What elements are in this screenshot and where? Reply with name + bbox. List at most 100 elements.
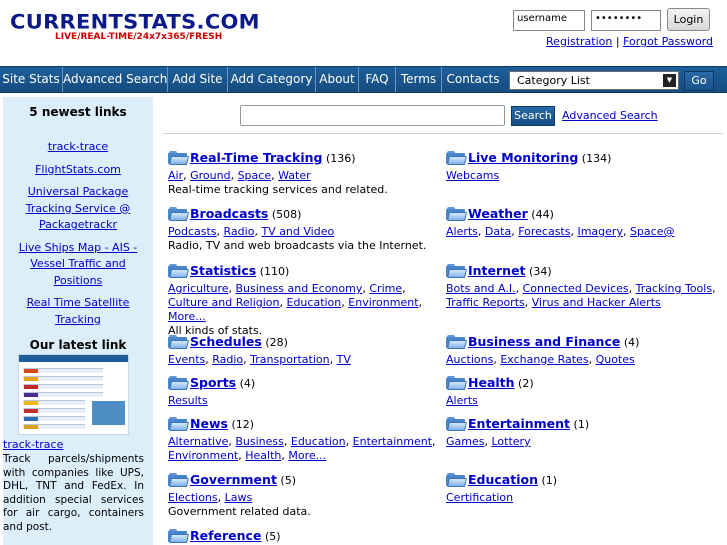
subcategory-link[interactable]: Tracking Tools bbox=[636, 282, 712, 295]
subcategory-link[interactable]: Health bbox=[245, 449, 281, 462]
subcategory-link[interactable]: Auctions bbox=[446, 353, 493, 366]
subcategory-list: Elections, Laws bbox=[168, 491, 253, 504]
subcategory-list: Webcams bbox=[446, 169, 716, 183]
subcategory-link[interactable]: Bots and A.I. bbox=[446, 282, 516, 295]
subcategory-link[interactable]: Data bbox=[485, 225, 511, 238]
category-count: (4) bbox=[623, 336, 640, 349]
subcategory-link[interactable]: Games bbox=[446, 435, 484, 448]
category-select[interactable]: Category List ▼ bbox=[509, 71, 679, 90]
nav-advanced-search[interactable]: Advanced Search bbox=[63, 67, 168, 92]
subcategory-link[interactable]: Traffic Reports bbox=[446, 296, 525, 309]
subcategory-link[interactable]: Air bbox=[168, 169, 183, 182]
login-button[interactable]: Login bbox=[667, 8, 710, 31]
subcategory-link[interactable]: Forecasts bbox=[518, 225, 570, 238]
subcategory-link[interactable]: Transportation bbox=[250, 353, 329, 366]
subcategory-link[interactable]: Virus and Hacker Alerts bbox=[532, 296, 661, 309]
folder-icon bbox=[446, 472, 467, 487]
registration-link[interactable]: Registration bbox=[546, 35, 612, 48]
nav-add-site[interactable]: Add Site bbox=[168, 67, 228, 92]
category-count: (508) bbox=[271, 208, 302, 221]
subcategory-link[interactable]: Connected Devices bbox=[523, 282, 629, 295]
nav-add-category[interactable]: Add Category bbox=[228, 67, 316, 92]
category-header: Reference (5) bbox=[168, 528, 438, 545]
subcategory-link[interactable]: Lottery bbox=[491, 435, 530, 448]
category-select-value: Category List bbox=[517, 74, 590, 87]
subcategory-link[interactable]: Certification bbox=[446, 491, 513, 504]
site-logo[interactable]: CURRENTSTATS.COM bbox=[10, 11, 260, 34]
subcategory-link[interactable]: Laws bbox=[225, 491, 253, 504]
subcategory-link[interactable]: Education bbox=[287, 296, 342, 309]
category-title-link[interactable]: Sports bbox=[190, 375, 236, 390]
category-title-link[interactable]: Statistics bbox=[190, 263, 256, 278]
subcategory-link[interactable]: Radio bbox=[212, 353, 243, 366]
nav-about[interactable]: About bbox=[316, 67, 359, 92]
username-field[interactable]: username bbox=[513, 10, 585, 31]
latest-link-thumbnail[interactable] bbox=[18, 354, 129, 435]
advanced-search-link[interactable]: Advanced Search bbox=[562, 109, 658, 122]
category-header: Weather (44) bbox=[446, 206, 716, 225]
subcategory-link[interactable]: Quotes bbox=[596, 353, 635, 366]
subcategory-link[interactable]: Business and Economy bbox=[236, 282, 363, 295]
subcategory-link[interactable]: Space@ bbox=[630, 225, 675, 238]
category-title-link[interactable]: Government bbox=[190, 472, 277, 487]
subcategory-link[interactable]: More... bbox=[168, 310, 206, 323]
subcategory-link[interactable]: Agriculture bbox=[168, 282, 229, 295]
newest-link-satellite-tracking[interactable]: Real Time Satellite Tracking bbox=[27, 296, 130, 326]
category-education: Education (1) Certification bbox=[446, 472, 716, 505]
subcategory-link[interactable]: Space bbox=[238, 169, 272, 182]
subcategory-link[interactable]: Alerts bbox=[446, 225, 478, 238]
category-title-link[interactable]: Live Monitoring bbox=[468, 150, 578, 165]
search-input[interactable] bbox=[240, 105, 505, 126]
nav-faq[interactable]: FAQ bbox=[359, 67, 396, 92]
subcategory-link[interactable]: Imagery bbox=[577, 225, 622, 238]
subcategory-link[interactable]: Radio bbox=[224, 225, 255, 238]
subcategory-link[interactable]: More... bbox=[288, 449, 326, 462]
folder-icon bbox=[168, 416, 189, 431]
subcategory-link[interactable]: Exchange Rates bbox=[500, 353, 588, 366]
nav-contacts[interactable]: Contacts bbox=[442, 67, 504, 92]
category-title-link[interactable]: Real-Time Tracking bbox=[190, 150, 322, 165]
newest-link-ships-map[interactable]: Live Ships Map - AIS - Vessel Traffic an… bbox=[19, 241, 138, 287]
subcategory-link[interactable]: Elections bbox=[168, 491, 218, 504]
subcategory-link[interactable]: Water bbox=[278, 169, 311, 182]
subcategory-link[interactable]: Crime bbox=[369, 282, 402, 295]
newest-link-track-trace[interactable]: track-trace bbox=[48, 140, 108, 153]
category-title-link[interactable]: Reference bbox=[190, 528, 261, 543]
category-title-link[interactable]: Internet bbox=[468, 263, 526, 278]
subcategory-link[interactable]: TV bbox=[337, 353, 351, 366]
subcategory-link[interactable]: Environment bbox=[348, 296, 418, 309]
forgot-password-link[interactable]: Forgot Password bbox=[623, 35, 713, 48]
subcategory-link[interactable]: Webcams bbox=[446, 169, 499, 182]
subcategory-link[interactable]: Results bbox=[168, 394, 208, 407]
category-title-link[interactable]: Weather bbox=[468, 206, 528, 221]
subcategory-link[interactable]: Events bbox=[168, 353, 205, 366]
newest-link-flightstats[interactable]: FlightStats.com bbox=[35, 163, 121, 176]
subcategory-link[interactable]: Culture and Religion bbox=[168, 296, 280, 309]
go-button[interactable]: Go bbox=[684, 71, 714, 91]
category-title-link[interactable]: Broadcasts bbox=[190, 206, 268, 221]
subcategory-link[interactable]: Environment bbox=[168, 449, 238, 462]
subcategory-link[interactable]: Ground bbox=[190, 169, 230, 182]
subcategory-link[interactable]: Entertainment bbox=[353, 435, 432, 448]
newest-link-packagetrackr[interactable]: Universal Package Tracking Service @ Pac… bbox=[26, 185, 130, 231]
search-button[interactable]: Search bbox=[511, 106, 555, 126]
category-title-link[interactable]: Schedules bbox=[190, 334, 262, 349]
subcategory-link[interactable]: Business bbox=[235, 435, 284, 448]
password-field[interactable]: •••••••• bbox=[591, 10, 661, 31]
nav-site-stats[interactable]: Site Stats bbox=[0, 67, 63, 92]
subcategory-link[interactable]: Education bbox=[291, 435, 346, 448]
subcategory-link[interactable]: TV and Video bbox=[261, 225, 334, 238]
category-title-link[interactable]: News bbox=[190, 416, 228, 431]
category-title-link[interactable]: Entertainment bbox=[468, 416, 570, 431]
subcategory-link[interactable]: Alternative bbox=[168, 435, 228, 448]
latest-link-track-trace[interactable]: track-trace bbox=[3, 438, 63, 451]
category-title-link[interactable]: Business and Finance bbox=[468, 334, 620, 349]
nav-terms[interactable]: Terms bbox=[396, 67, 442, 92]
category-title-link[interactable]: Education bbox=[468, 472, 538, 487]
category-header: Education (1) bbox=[446, 472, 716, 491]
folder-icon bbox=[168, 206, 189, 221]
subcategory-link[interactable]: Podcasts bbox=[168, 225, 217, 238]
subcategory-link[interactable]: Alerts bbox=[446, 394, 478, 407]
category-title-link[interactable]: Health bbox=[468, 375, 515, 390]
subcategory-list: Bots and A.I., Connected Devices, Tracki… bbox=[446, 282, 716, 309]
